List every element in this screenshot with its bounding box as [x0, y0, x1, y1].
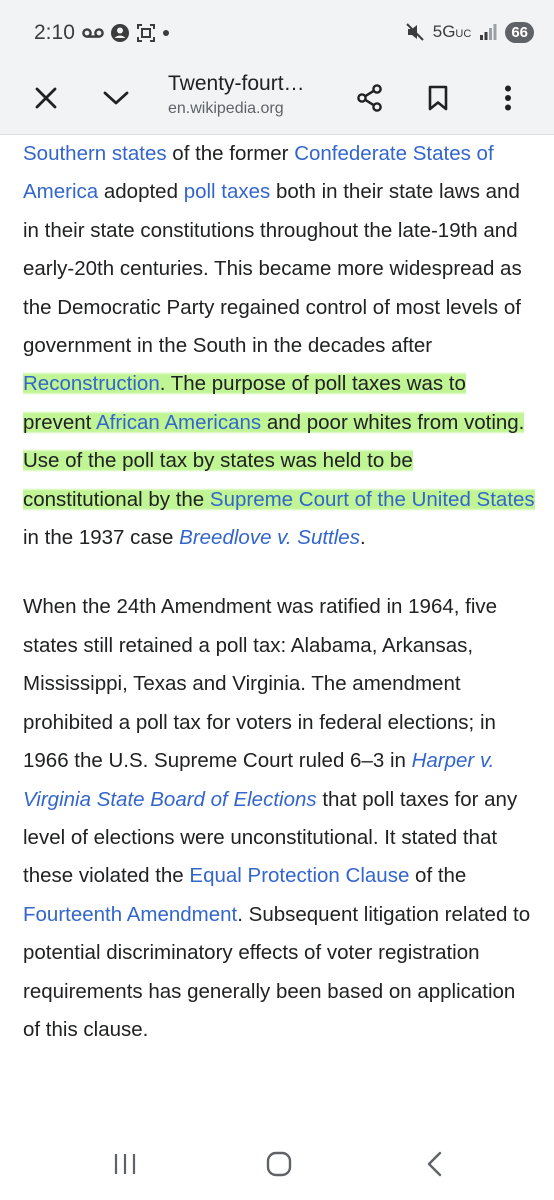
- system-navigation-bar: [0, 1128, 554, 1200]
- link-breedlove-v-suttles[interactable]: Breedlove v. Suttles: [179, 526, 360, 549]
- more-vert-icon: [505, 85, 511, 111]
- chevron-down-icon: [103, 91, 129, 105]
- text: When the 24th Amendment was ratified in …: [23, 595, 498, 773]
- signal-icon: [480, 24, 497, 40]
- text: both in their state laws and in their st…: [23, 180, 522, 358]
- back-button[interactable]: [404, 1142, 464, 1186]
- close-button[interactable]: [22, 74, 70, 122]
- close-icon: [35, 87, 57, 109]
- back-icon: [427, 1151, 442, 1177]
- custom-tab-toolbar: Twenty-fourt… en.wikipedia.org: [0, 62, 554, 135]
- dot-icon: [163, 30, 169, 36]
- mute-icon: [406, 23, 424, 41]
- article-body: Southern states of the former Confederat…: [23, 135, 538, 1128]
- link-poll-taxes[interactable]: poll taxes: [184, 180, 271, 203]
- recents-button[interactable]: [95, 1142, 155, 1186]
- bookmark-button[interactable]: [414, 74, 462, 122]
- screenshot-icon: [137, 24, 155, 42]
- link-fourteenth-amendment[interactable]: Fourteenth Amendment: [23, 903, 237, 926]
- paragraph-24th-amendment: When the 24th Amendment was ratified in …: [23, 588, 538, 1049]
- minimize-button[interactable]: [92, 74, 140, 122]
- link-supreme-court[interactable]: Supreme Court of the United States: [209, 487, 535, 511]
- paragraph-poll-tax-history: Southern states of the former Confederat…: [23, 135, 538, 557]
- more-options-button[interactable]: [484, 74, 532, 122]
- home-icon: [266, 1151, 292, 1177]
- link-equal-protection-clause[interactable]: Equal Protection Clause: [189, 864, 409, 887]
- page-url: en.wikipedia.org: [168, 100, 284, 117]
- home-button[interactable]: [249, 1142, 309, 1186]
- text: adopted: [98, 180, 184, 204]
- text: of the: [409, 864, 467, 888]
- text: in the 1937 case: [23, 526, 180, 550]
- status-notification-icons: [82, 20, 170, 46]
- bookmark-icon: [428, 85, 448, 111]
- status-right: 5GUC 66: [405, 19, 534, 45]
- status-bar: 2:10 5GUC 66: [0, 0, 554, 62]
- share-icon: [357, 84, 382, 112]
- recents-icon: [114, 1154, 136, 1174]
- link-southern-states[interactable]: Southern states: [23, 142, 167, 165]
- link-african-americans[interactable]: African Americans: [95, 410, 262, 434]
- status-time: 2:10: [34, 21, 75, 44]
- voicemail-icon: [82, 28, 104, 38]
- battery-indicator: 66: [505, 21, 534, 43]
- account-icon: [111, 24, 129, 42]
- share-button[interactable]: [346, 74, 394, 122]
- page-title: Twenty-fourt…: [168, 72, 305, 95]
- text: of the former: [166, 142, 295, 165]
- network-label: 5GUC: [432, 22, 472, 41]
- link-reconstruction[interactable]: Reconstruction: [23, 372, 160, 396]
- text: .: [359, 526, 366, 550]
